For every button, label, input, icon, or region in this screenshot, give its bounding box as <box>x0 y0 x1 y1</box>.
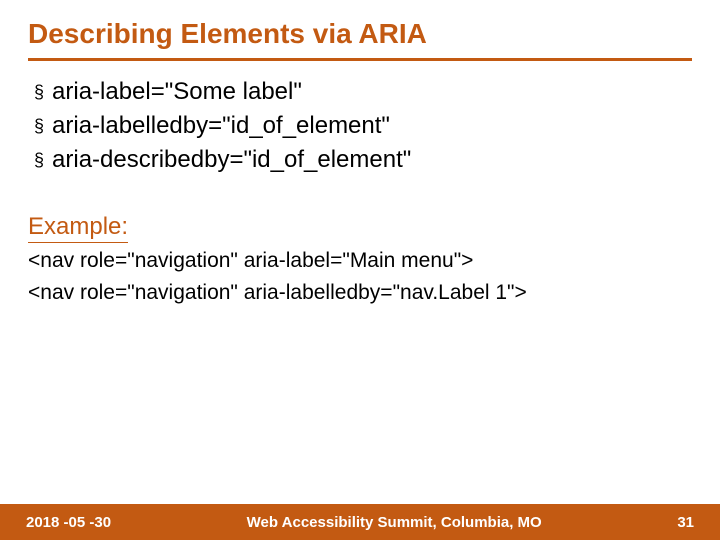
bullet-text: aria-label="Some label" <box>52 77 302 107</box>
slide-title: Describing Elements via ARIA <box>28 18 692 56</box>
bullet-icon: § <box>34 145 44 175</box>
slide: Describing Elements via ARIA § aria-labe… <box>0 0 720 540</box>
bullet-text: aria-labelledby="id_of_element" <box>52 111 390 141</box>
slide-footer: 2018 -05 -30 Web Accessibility Summit, C… <box>0 504 720 540</box>
footer-title: Web Accessibility Summit, Columbia, MO <box>111 514 677 531</box>
bullet-text: aria-describedby="id_of_element" <box>52 145 411 175</box>
code-line: <nav role="navigation" aria-label="Main … <box>28 247 692 275</box>
bullet-icon: § <box>34 111 44 141</box>
list-item: § aria-describedby="id_of_element" <box>34 145 692 175</box>
footer-date: 2018 -05 -30 <box>26 514 111 531</box>
list-item: § aria-label="Some label" <box>34 77 692 107</box>
footer-page-number: 31 <box>677 514 694 531</box>
bullet-list: § aria-label="Some label" § aria-labelle… <box>34 77 692 175</box>
list-item: § aria-labelledby="id_of_element" <box>34 111 692 141</box>
bullet-icon: § <box>34 77 44 107</box>
code-line: <nav role="navigation" aria-labelledby="… <box>28 279 692 307</box>
example-heading: Example: <box>28 213 128 243</box>
title-underline <box>28 58 692 61</box>
